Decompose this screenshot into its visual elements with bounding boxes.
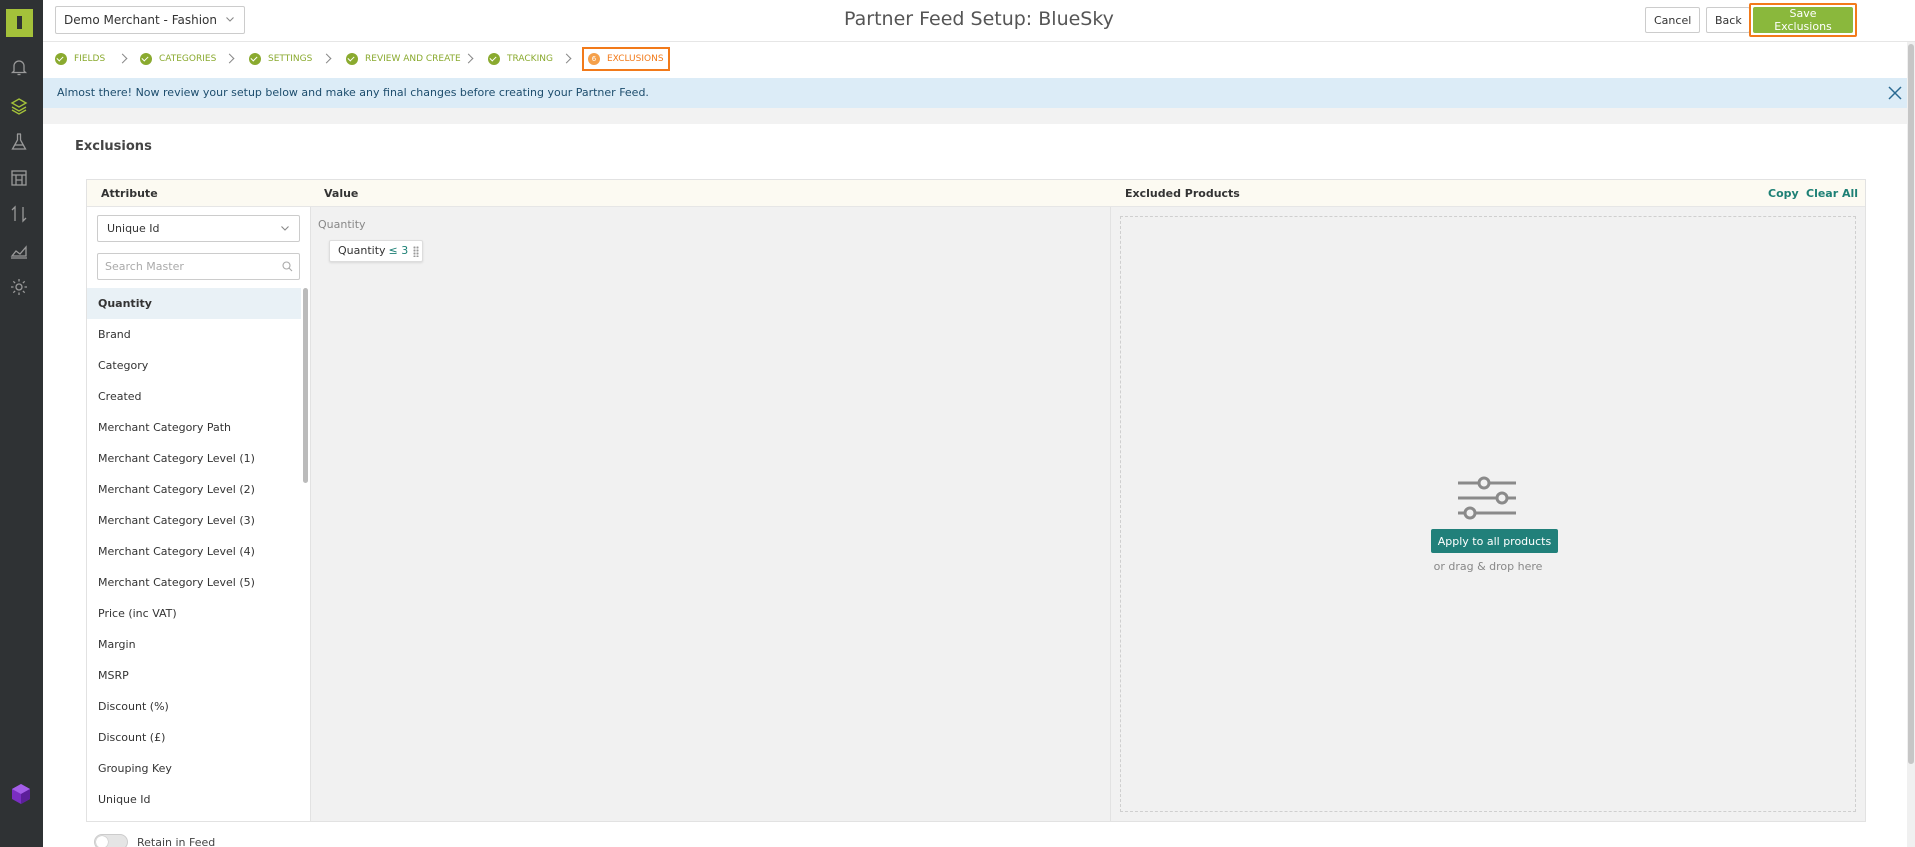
- page-scrollbar[interactable]: [1907, 42, 1915, 847]
- value-column: Quantity Quantity ≤ 3: [311, 207, 1111, 821]
- chevron-down-icon: [226, 17, 234, 22]
- column-header-value: Value: [324, 187, 359, 200]
- column-header-attribute: Attribute: [101, 187, 158, 200]
- step-label: TRACKING: [507, 54, 553, 64]
- cancel-button[interactable]: Cancel: [1645, 7, 1700, 33]
- step-tracking[interactable]: TRACKING: [488, 48, 553, 70]
- step-settings[interactable]: SETTINGS: [249, 48, 312, 70]
- check-circle-icon: [488, 53, 500, 65]
- merchant-select-value: Demo Merchant - Fashion: [64, 13, 217, 27]
- gear-icon[interactable]: [9, 277, 29, 297]
- step-fields[interactable]: FIELDS: [55, 48, 105, 70]
- page-title: Partner Feed Setup: BlueSky: [844, 8, 1114, 30]
- check-circle-icon: [140, 53, 152, 65]
- attribute-item-merchant-category-level-2[interactable]: Merchant Category Level (2): [87, 474, 301, 505]
- attribute-item-margin[interactable]: Margin: [87, 629, 301, 660]
- step-review-and-create[interactable]: REVIEW AND CREATE: [346, 48, 461, 70]
- layers-icon[interactable]: [9, 96, 29, 116]
- retain-in-feed-toggle[interactable]: [94, 834, 128, 847]
- store-icon[interactable]: [9, 168, 29, 188]
- search-icon: [282, 261, 293, 272]
- step-exclusions[interactable]: 6 EXCLUSIONS: [582, 47, 670, 71]
- step-categories[interactable]: CATEGORIES: [140, 48, 216, 70]
- back-button[interactable]: Back: [1706, 7, 1750, 33]
- check-circle-icon: [55, 53, 67, 65]
- attribute-list: Quantity Brand Category Created Merchant…: [87, 288, 301, 815]
- merchant-select[interactable]: Demo Merchant - Fashion: [55, 6, 245, 34]
- attribute-item-merchant-category-level-3[interactable]: Merchant Category Level (3): [87, 505, 301, 536]
- exclusions-panel: Attribute Value Excluded Products Copy C…: [86, 179, 1866, 822]
- attribute-item-merchant-category-level-4[interactable]: Merchant Category Level (4): [87, 536, 301, 567]
- save-exclusions-button[interactable]: Save Exclusions: [1753, 7, 1853, 33]
- attribute-item-price-inc-vat[interactable]: Price (inc VAT): [87, 598, 301, 629]
- top-bar: Demo Merchant - Fashion Partner Feed Set…: [43, 0, 1915, 42]
- side-nav-rail: [0, 0, 43, 847]
- attribute-item-unique-id[interactable]: Unique Id: [87, 784, 301, 815]
- drop-hint: or drag & drop here: [1433, 560, 1543, 573]
- excluded-products-drop-zone[interactable]: Apply to all products or drag & drop her…: [1120, 216, 1856, 812]
- section-title: Exclusions: [75, 139, 152, 154]
- cube-icon[interactable]: [9, 782, 33, 806]
- clear-all-link[interactable]: Clear All: [1806, 187, 1858, 200]
- retain-in-feed-label: Retain in Feed: [137, 835, 216, 847]
- check-circle-icon: [346, 53, 358, 65]
- excluded-products-column: Apply to all products or drag & drop her…: [1111, 207, 1865, 821]
- bell-icon[interactable]: [9, 57, 29, 77]
- chevron-right-icon: [463, 53, 474, 64]
- apply-to-all-products-button[interactable]: Apply to all products: [1431, 529, 1558, 553]
- chevron-right-icon: [561, 53, 572, 64]
- chevron-right-icon: [321, 53, 332, 64]
- banner-text: Almost there! Now review your setup belo…: [57, 86, 649, 99]
- attribute-item-discount-percent[interactable]: Discount (%): [87, 691, 301, 722]
- column-header-excluded-products: Excluded Products: [1125, 187, 1240, 200]
- retain-in-feed: Retain in Feed: [94, 834, 215, 847]
- sort-arrows-icon[interactable]: [9, 204, 29, 224]
- section-divider: [43, 108, 1915, 124]
- attribute-item-merchant-category-level-5[interactable]: Merchant Category Level (5): [87, 567, 301, 598]
- step-label: FIELDS: [74, 54, 106, 64]
- chevron-right-icon: [117, 53, 128, 64]
- attribute-item-merchant-category-level-1[interactable]: Merchant Category Level (1): [87, 443, 301, 474]
- step-number-badge: 6: [588, 53, 600, 65]
- chevron-right-icon: [224, 53, 235, 64]
- condition-chip[interactable]: Quantity ≤ 3: [329, 240, 424, 262]
- step-label: REVIEW AND CREATE: [365, 54, 461, 64]
- attribute-item-category[interactable]: Category: [87, 350, 301, 381]
- step-label: EXCLUSIONS: [607, 54, 664, 64]
- step-label: CATEGORIES: [159, 54, 217, 64]
- condition-field: Quantity: [338, 244, 386, 257]
- drag-handle-icon[interactable]: [413, 246, 420, 257]
- value-group-label: Quantity: [318, 218, 366, 231]
- flask-icon[interactable]: [9, 132, 29, 152]
- attribute-item-grouping-key[interactable]: Grouping Key: [87, 753, 301, 784]
- attribute-item-quantity[interactable]: Quantity: [87, 288, 301, 319]
- step-label: SETTINGS: [268, 54, 313, 64]
- attribute-field-select[interactable]: Unique Id: [97, 215, 300, 242]
- table-header: Attribute Value Excluded Products Copy C…: [87, 180, 1865, 207]
- attribute-list-scrollbar[interactable]: [303, 288, 308, 483]
- area-chart-icon[interactable]: [9, 241, 29, 261]
- attribute-column: Unique Id Quantity Brand Category Create…: [87, 207, 311, 821]
- page-scrollbar-thumb[interactable]: [1908, 44, 1914, 764]
- attribute-item-created[interactable]: Created: [87, 381, 301, 412]
- wizard-steps: FIELDS CATEGORIES SETTINGS REVIEW AND CR…: [43, 43, 1915, 76]
- attribute-item-merchant-category-path[interactable]: Merchant Category Path: [87, 412, 301, 443]
- attribute-item-brand[interactable]: Brand: [87, 319, 301, 350]
- condition-operator: ≤ 3: [388, 244, 409, 257]
- app-logo[interactable]: [6, 9, 33, 37]
- chevron-down-icon: [281, 226, 289, 231]
- copy-link[interactable]: Copy: [1768, 187, 1799, 200]
- sliders-icon: [1458, 476, 1516, 520]
- attribute-item-discount-pound[interactable]: Discount (£): [87, 722, 301, 753]
- close-icon[interactable]: [1887, 85, 1903, 101]
- attribute-search-input[interactable]: [97, 253, 300, 280]
- check-circle-icon: [249, 53, 261, 65]
- attribute-item-msrp[interactable]: MSRP: [87, 660, 301, 691]
- save-button-highlight: Save Exclusions: [1749, 3, 1857, 37]
- attribute-field-select-value: Unique Id: [107, 222, 160, 235]
- info-banner: Almost there! Now review your setup belo…: [43, 78, 1915, 108]
